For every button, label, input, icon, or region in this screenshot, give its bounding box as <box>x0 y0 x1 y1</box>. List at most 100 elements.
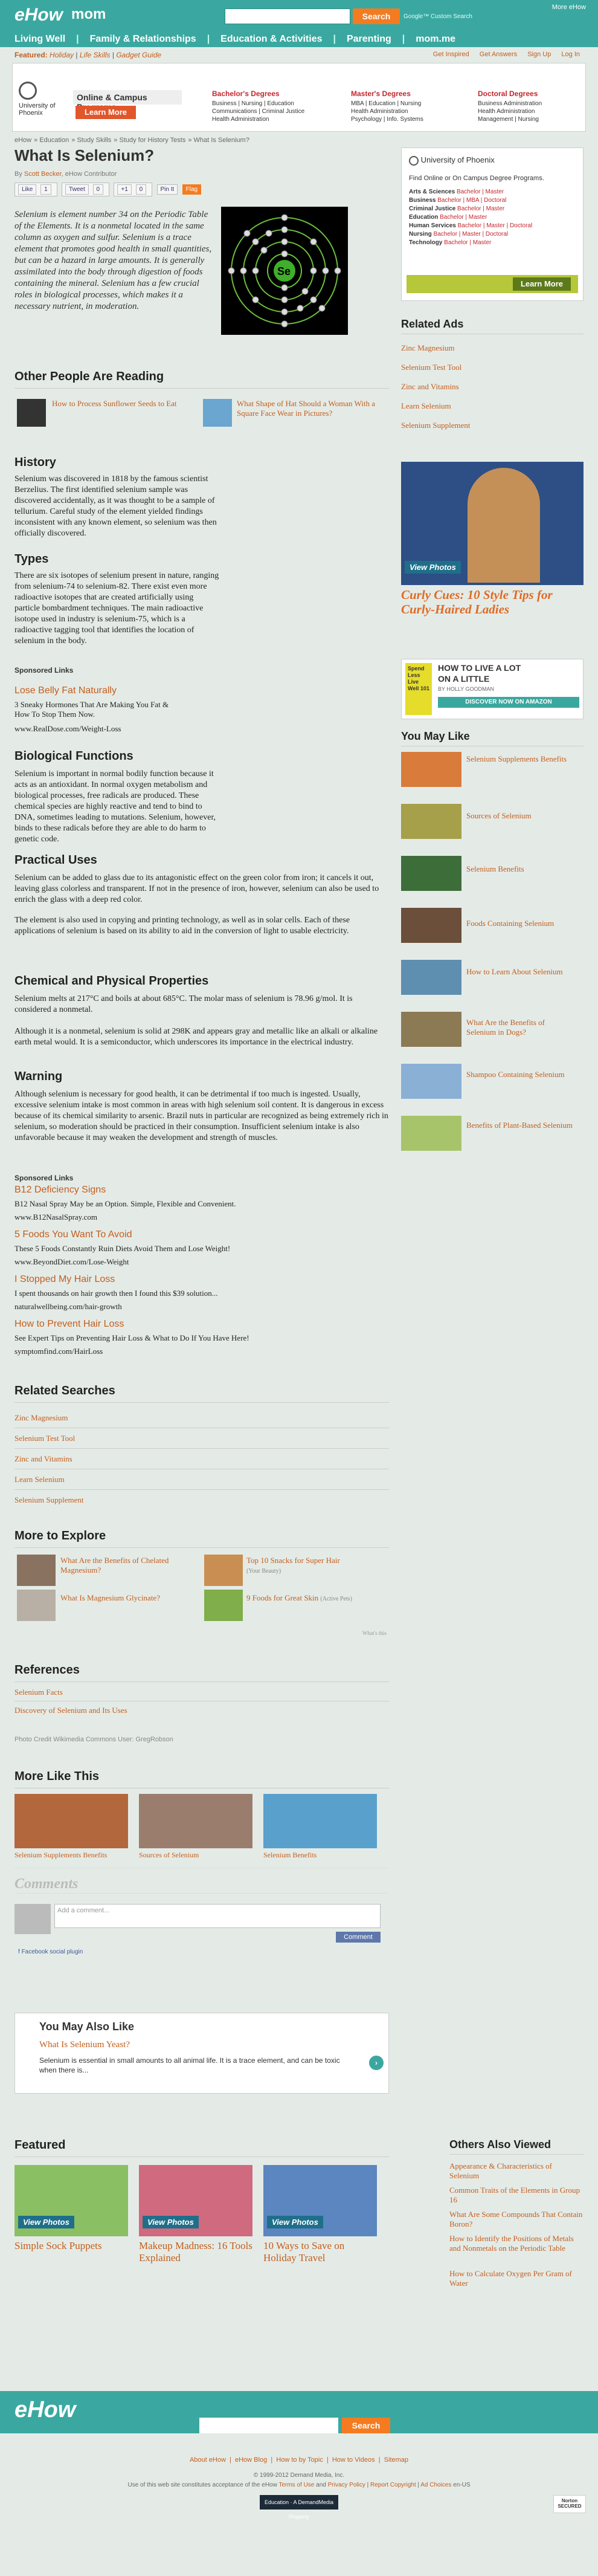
ad-link-hair-loss[interactable]: I Stopped My Hair Loss <box>14 1274 115 1285</box>
featured-link-holiday[interactable]: Holiday <box>50 51 74 59</box>
explore-link-magnesium-glycinate[interactable]: What Is Magnesium Glycinate? <box>60 1593 199 1603</box>
explore-link-super-hair[interactable]: Top 10 Snacks for Super Hair <box>246 1556 385 1565</box>
ad-url-belly-fat[interactable]: www.RealDose.com/Weight-Loss <box>14 724 121 734</box>
related-ad-link[interactable]: Zinc Magnesium <box>401 343 454 353</box>
others-link[interactable]: How to Identify the Positions of Metals … <box>449 2234 584 2253</box>
ad-column-master[interactable]: Master's Degrees MBA | Education | Nursi… <box>351 90 478 123</box>
sunflower-thumbnail[interactable] <box>17 399 46 427</box>
others-link[interactable]: Common Traits of the Elements in Group 1… <box>449 2186 584 2205</box>
ad-choices-link[interactable]: Ad Choices <box>420 2482 451 2488</box>
hat-thumbnail[interactable] <box>203 399 232 427</box>
others-link[interactable]: What Are Some Compounds That Contain Bor… <box>449 2210 584 2229</box>
you-may-like-link[interactable]: Shampoo Containing Selenium <box>466 1070 573 1079</box>
footer-link-about[interactable]: About eHow <box>190 2456 226 2464</box>
related-search-link[interactable]: Learn Selenium <box>14 1475 65 1484</box>
explore-link-great-skin[interactable]: 9 Foods for Great Skin (Active Pets) <box>246 1593 385 1604</box>
you-may-like-thumbnail[interactable] <box>401 1116 461 1151</box>
curly-cues-link[interactable]: Curly Cues: 10 Style Tips for Curly-Hair… <box>401 587 584 616</box>
super-hair-thumbnail[interactable] <box>204 1555 243 1586</box>
privacy-link[interactable]: Privacy Policy <box>328 2482 365 2488</box>
you-may-like-link[interactable]: What Are the Benefits of Selenium in Dog… <box>466 1018 573 1037</box>
related-search-link[interactable]: Selenium Test Tool <box>14 1434 75 1443</box>
ad-link-belly-fat[interactable]: Lose Belly Fat Naturally <box>14 685 117 696</box>
more-like-link-benefits[interactable]: Selenium Benefits <box>263 1851 317 1860</box>
breadcrumb-education[interactable]: Education <box>39 137 69 144</box>
breadcrumb-history-tests[interactable]: Study for History Tests <box>119 137 185 144</box>
terms-link[interactable]: Terms of Use <box>278 2482 314 2488</box>
comment-button[interactable]: Comment <box>336 1932 381 1943</box>
supplements-benefits-thumbnail[interactable] <box>14 1794 128 1848</box>
comment-input[interactable]: Add a comment... <box>54 1904 381 1928</box>
view-photos-badge[interactable]: View Photos <box>267 2216 323 2228</box>
copyright-report-link[interactable]: Report Copyright <box>370 2482 416 2488</box>
nav-mom-me[interactable]: mom.me <box>416 34 455 45</box>
explore-link-chelated-magnesium[interactable]: What Are the Benefits of Chelated Magnes… <box>60 1556 199 1575</box>
footer-ehow-logo[interactable]: eHow <box>14 2397 76 2423</box>
next-arrow-icon[interactable]: › <box>369 2056 384 2070</box>
nav-education[interactable]: Education & Activities <box>220 34 322 45</box>
opr-link-sunflower[interactable]: How to Process Sunflower Seeds to Eat <box>52 399 197 409</box>
you-may-like-link[interactable]: Selenium Supplements Benefits <box>466 754 573 764</box>
footer-link-blog[interactable]: eHow Blog <box>235 2456 267 2464</box>
nav-living-well[interactable]: Living Well <box>14 34 65 45</box>
related-search-link[interactable]: Zinc and Vitamins <box>14 1454 72 1464</box>
nav-parenting[interactable]: Parenting <box>347 34 391 45</box>
related-search-link[interactable]: Zinc Magnesium <box>14 1413 68 1423</box>
you-may-like-link[interactable]: Foods Containing Selenium <box>466 919 573 928</box>
log-in-link[interactable]: Log In <box>561 51 580 58</box>
you-may-like-link[interactable]: Sources of Selenium <box>466 811 573 821</box>
get-inspired-link[interactable]: Get Inspired <box>433 51 469 58</box>
you-may-like-thumbnail[interactable] <box>401 752 461 787</box>
you-may-like-link[interactable]: Benefits of Plant-Based Selenium <box>466 1121 573 1130</box>
norton-secured-badge[interactable]: Norton SECURED <box>553 2495 586 2513</box>
search-button[interactable]: Search <box>353 8 400 24</box>
benefits-thumbnail[interactable] <box>263 1794 377 1848</box>
footer-link-sitemap[interactable]: Sitemap <box>384 2456 408 2464</box>
ad-column-doctoral[interactable]: Doctoral Degrees Business Administration… <box>478 90 598 123</box>
ehow-logo[interactable]: eHow <box>14 5 63 25</box>
you-may-like-thumbnail[interactable] <box>401 804 461 839</box>
mom-logo[interactable]: mom <box>71 6 106 23</box>
flag-button[interactable]: Flag <box>182 184 202 195</box>
ad-url-hair-loss[interactable]: naturalwellbeing.com/hair-growth <box>14 1302 122 1312</box>
footer-search-button[interactable]: Search <box>342 2418 390 2433</box>
you-may-like-thumbnail[interactable] <box>401 908 461 943</box>
demand-media-logo[interactable]: Education · A DemandMedia Property <box>260 2495 338 2520</box>
ad-url-5-foods[interactable]: www.BeyondDiet.com/Lose-Weight <box>14 1257 129 1267</box>
discover-amazon-button[interactable]: DISCOVER NOW ON AMAZON <box>438 697 579 708</box>
pin-it-button[interactable]: Pin It <box>156 184 178 195</box>
opr-link-hat[interactable]: What Shape of Hat Should a Woman With a … <box>237 399 388 418</box>
featured-link-makeup[interactable]: Makeup Madness: 16 Tools Explained <box>139 2240 252 2264</box>
ad-link-5-foods[interactable]: 5 Foods You Want To Avoid <box>14 1229 132 1240</box>
you-may-like-thumbnail[interactable] <box>401 856 461 891</box>
breadcrumb-ehow[interactable]: eHow <box>14 137 31 144</box>
reference-link-discovery[interactable]: Discovery of Selenium and Its Uses <box>14 1706 127 1715</box>
you-may-like-link[interactable]: Selenium Benefits <box>466 864 573 874</box>
more-ehow-link[interactable]: More eHow <box>552 4 586 11</box>
tweet-button[interactable]: Tweet 0 <box>62 183 110 196</box>
you-may-like-link[interactable]: How to Learn About Selenium <box>466 967 573 977</box>
reference-link-selenium-facts[interactable]: Selenium Facts <box>14 1688 63 1697</box>
view-photos-badge[interactable]: View Photos <box>143 2216 199 2228</box>
sidebar-ad[interactable]: University of Phoenix Find Online or On … <box>401 147 584 301</box>
ad-column-bachelor[interactable]: Bachelor's Degrees Business | Nursing | … <box>212 90 339 123</box>
you-may-like-thumbnail[interactable] <box>401 960 461 995</box>
get-answers-link[interactable]: Get Answers <box>480 51 517 58</box>
related-search-link[interactable]: Selenium Supplement <box>14 1495 83 1505</box>
view-photos-badge[interactable]: View Photos <box>405 561 461 574</box>
breadcrumb-study-skills[interactable]: Study Skills <box>77 137 111 144</box>
whats-this-link[interactable]: What's this <box>362 1628 387 1638</box>
related-ad-link[interactable]: Zinc and Vitamins <box>401 382 459 392</box>
more-like-link-sources[interactable]: Sources of Selenium <box>139 1851 199 1860</box>
you-may-like-thumbnail[interactable] <box>401 1012 461 1047</box>
magnesium-glycinate-thumbnail[interactable] <box>17 1590 56 1621</box>
featured-link-holiday-travel[interactable]: 10 Ways to Save on Holiday Travel <box>263 2240 377 2264</box>
ad-url-prevent-hair-loss[interactable]: symptomfind.com/HairLoss <box>14 1347 103 1356</box>
featured-link-gadget-guide[interactable]: Gadget Guide <box>116 51 161 59</box>
related-ad-link[interactable]: Learn Selenium <box>401 401 451 411</box>
others-link[interactable]: How to Calculate Oxygen Per Gram of Wate… <box>449 2269 584 2288</box>
nav-family[interactable]: Family & Relationships <box>90 34 196 45</box>
related-ad-link[interactable]: Selenium Supplement <box>401 421 470 430</box>
related-ad-link[interactable]: Selenium Test Tool <box>401 363 461 372</box>
featured-link-sock-puppets[interactable]: Simple Sock Puppets <box>14 2240 128 2252</box>
